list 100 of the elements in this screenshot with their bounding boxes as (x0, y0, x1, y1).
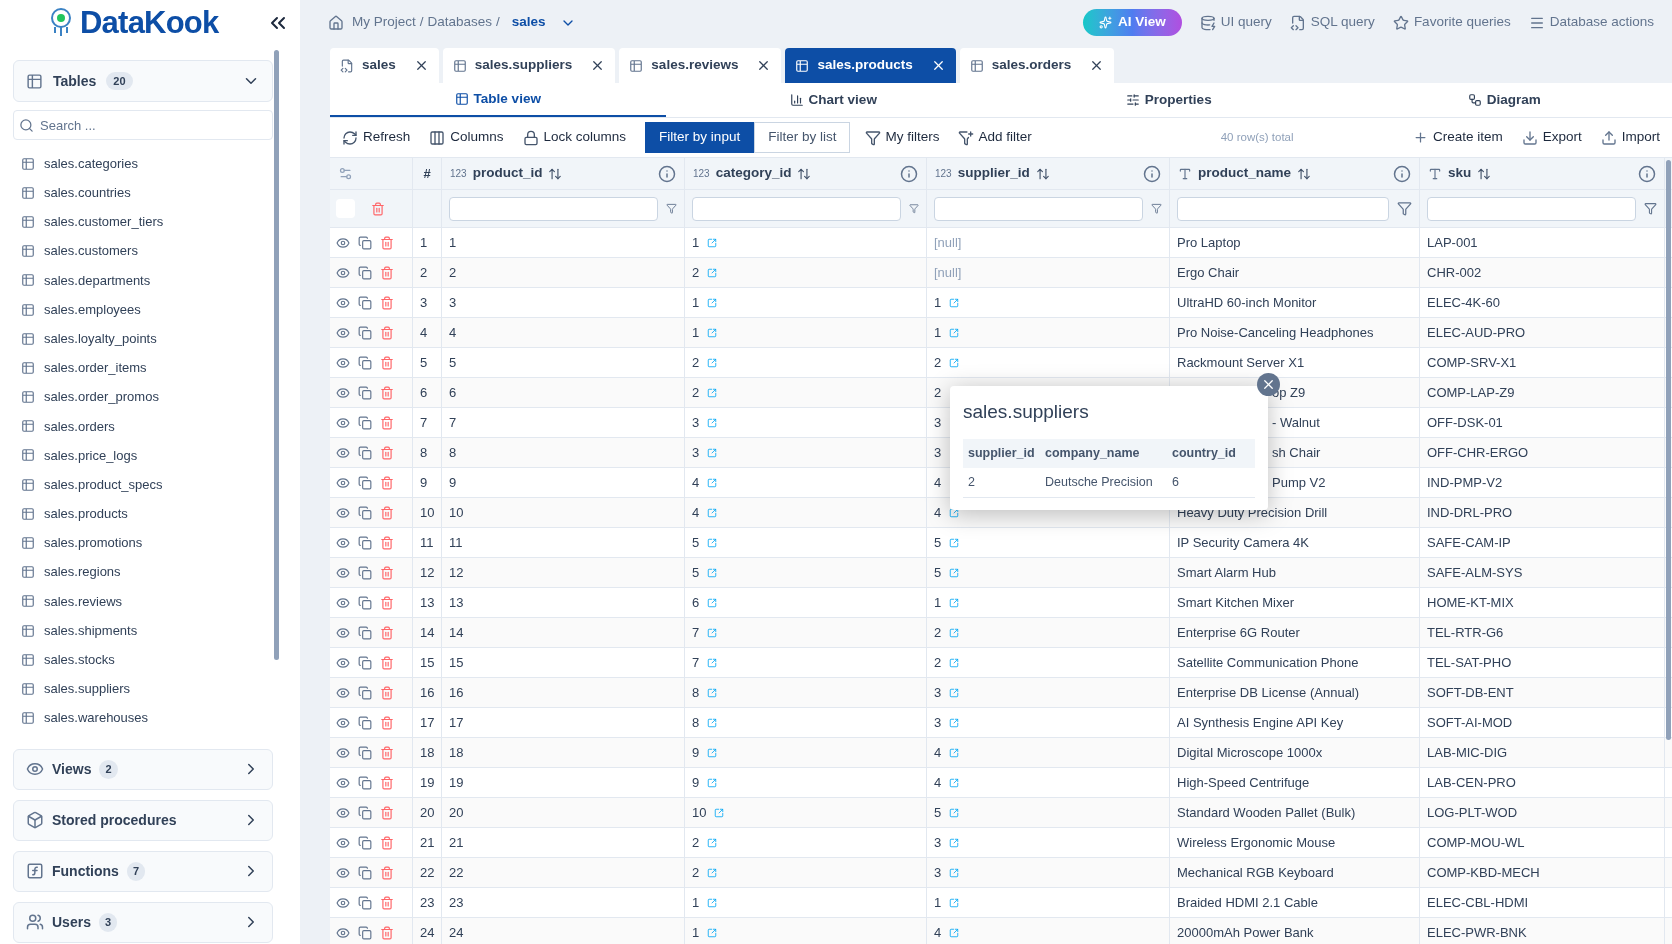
open-link-icon[interactable] (949, 597, 960, 608)
open-link-icon[interactable] (707, 537, 718, 548)
open-link-icon[interactable] (707, 777, 718, 788)
breadcrumb-link[interactable]: My Project (352, 12, 416, 33)
trash-icon[interactable] (380, 745, 394, 760)
copy-icon[interactable] (358, 685, 372, 700)
toolbar-button[interactable]: Add filter (958, 127, 1032, 148)
copy-icon[interactable] (358, 745, 372, 760)
eye-icon[interactable] (336, 535, 350, 550)
sidebar-section-header[interactable]: Views 2 (13, 748, 273, 790)
sidebar-section-header[interactable]: Users 3 (13, 901, 273, 943)
eye-icon[interactable] (336, 445, 350, 460)
filter-mode-toggle[interactable]: Filter by input (645, 122, 755, 153)
toolbar-button[interactable]: Lock columns (522, 127, 627, 148)
eye-icon[interactable] (336, 865, 350, 880)
sidebar-table-item[interactable]: sales.warehouses (13, 703, 273, 733)
open-link-icon[interactable] (707, 927, 718, 938)
trash-icon[interactable] (380, 775, 394, 790)
open-link-icon[interactable] (707, 357, 718, 368)
toolbar-link[interactable]: Favorite queries (1392, 12, 1511, 33)
filter-icon[interactable] (1644, 201, 1657, 216)
open-link-icon[interactable] (707, 477, 718, 488)
trash-icon[interactable] (380, 685, 394, 700)
sidebar-table-item[interactable]: sales.customer_tiers (13, 207, 273, 237)
eye-icon[interactable] (336, 685, 350, 700)
column-filter-field[interactable] (934, 196, 1143, 221)
copy-icon[interactable] (358, 865, 372, 880)
editor-tab[interactable]: sales.orders (959, 48, 1115, 83)
eye-icon[interactable] (336, 505, 350, 520)
trash-icon[interactable] (380, 535, 394, 550)
eye-icon[interactable] (336, 235, 350, 250)
trash-icon[interactable] (380, 295, 394, 310)
toolbar-button[interactable]: Refresh (342, 127, 411, 148)
sidebar-table-item[interactable]: sales.products (13, 499, 273, 529)
open-link-icon[interactable] (707, 897, 718, 908)
open-link-icon[interactable] (949, 297, 960, 308)
info-icon[interactable] (1393, 164, 1411, 183)
toolbar-button[interactable]: My filters (865, 127, 940, 148)
trash-icon[interactable] (380, 505, 394, 520)
trash-icon[interactable] (380, 445, 394, 460)
column-header[interactable]: product_name (1198, 163, 1292, 184)
open-link-icon[interactable] (707, 567, 718, 578)
eye-icon[interactable] (336, 805, 350, 820)
copy-icon[interactable] (358, 655, 372, 670)
copy-icon[interactable] (358, 805, 372, 820)
trash-icon[interactable] (380, 895, 394, 910)
filter-icon[interactable] (666, 201, 677, 216)
sidebar-table-item[interactable]: sales.loyalty_points (13, 324, 273, 354)
toolbar-button[interactable]: Export (1521, 127, 1582, 148)
sidebar-table-item[interactable]: sales.departments (13, 265, 273, 295)
open-link-icon[interactable] (707, 747, 718, 758)
view-tab[interactable]: Diagram (1336, 83, 1672, 117)
sidebar-table-item[interactable]: sales.reviews (13, 586, 273, 616)
copy-icon[interactable] (358, 265, 372, 280)
open-link-icon[interactable] (949, 927, 960, 938)
eye-icon[interactable] (336, 835, 350, 850)
open-link-icon[interactable] (707, 837, 718, 848)
open-link-icon[interactable] (949, 357, 960, 368)
sidebar-table-item[interactable]: sales.suppliers (13, 674, 273, 704)
eye-icon[interactable] (336, 595, 350, 610)
open-link-icon[interactable] (707, 267, 718, 278)
open-link-icon[interactable] (707, 597, 718, 608)
eye-icon[interactable] (336, 775, 350, 790)
trash-icon[interactable] (380, 385, 394, 400)
eye-icon[interactable] (336, 895, 350, 910)
view-tab[interactable]: Properties (1001, 83, 1337, 117)
open-link-icon[interactable] (949, 807, 960, 818)
open-link-icon[interactable] (949, 657, 960, 668)
sort-icon[interactable] (797, 166, 812, 181)
editor-tab[interactable]: sales.suppliers (442, 48, 616, 83)
trash-icon[interactable] (380, 565, 394, 580)
open-link-icon[interactable] (707, 657, 718, 668)
tables-section-header[interactable]: Tables 20 (13, 60, 273, 102)
trash-icon[interactable] (380, 835, 394, 850)
eye-icon[interactable] (336, 625, 350, 640)
copy-icon[interactable] (358, 235, 372, 250)
info-icon[interactable] (1143, 164, 1161, 183)
copy-icon[interactable] (358, 505, 372, 520)
open-link-icon[interactable] (707, 867, 718, 878)
editor-tab[interactable]: sales.reviews (619, 48, 782, 83)
copy-icon[interactable] (358, 325, 372, 340)
open-link-icon[interactable] (707, 297, 718, 308)
filter-icon[interactable] (1151, 201, 1162, 216)
eye-icon[interactable] (336, 415, 350, 430)
open-link-icon[interactable] (707, 387, 718, 398)
open-link-icon[interactable] (949, 717, 960, 728)
eye-icon[interactable] (336, 715, 350, 730)
open-link-icon[interactable] (707, 447, 718, 458)
open-link-icon[interactable] (707, 507, 718, 518)
eye-icon[interactable] (336, 385, 350, 400)
copy-icon[interactable] (358, 595, 372, 610)
trash-icon[interactable] (380, 925, 394, 940)
eye-icon[interactable] (336, 325, 350, 340)
toolbar-link[interactable]: UI query (1199, 12, 1272, 33)
sort-icon[interactable] (1035, 166, 1050, 181)
open-link-icon[interactable] (949, 327, 960, 338)
ai-view-button[interactable]: AI View (1083, 9, 1182, 36)
trash-icon[interactable] (380, 415, 394, 430)
eye-icon[interactable] (336, 265, 350, 280)
filter-mode-toggle[interactable]: Filter by list (754, 122, 851, 153)
